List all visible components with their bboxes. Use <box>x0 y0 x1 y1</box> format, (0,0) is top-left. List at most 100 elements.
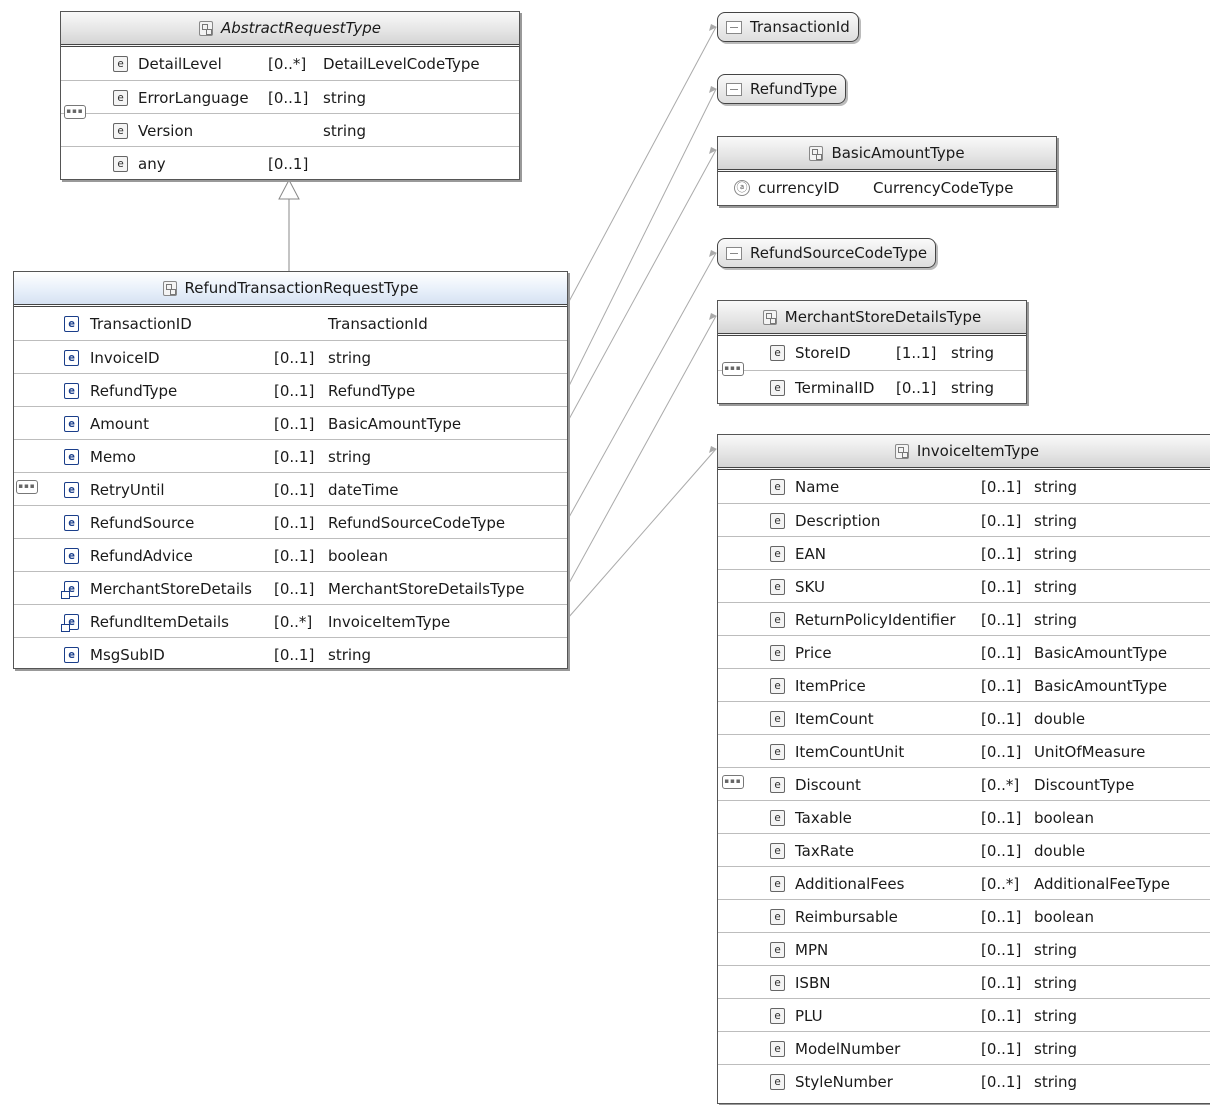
complex-type-icon <box>198 20 213 36</box>
element-icon: e <box>64 315 79 332</box>
invoice-row[interactable]: e AdditionalFees [0..*] AdditionalFeeType <box>718 866 1210 899</box>
invoice-cardinality: [0..1] <box>981 742 1022 761</box>
abstract-request-type-box[interactable]: AbstractRequestType e DetailLevel [0..*] De… <box>60 11 520 180</box>
invoice-row[interactable]: e MPN [0..1] string <box>718 932 1210 965</box>
invoice-row[interactable]: e Taxable [0..1] boolean <box>718 800 1210 833</box>
simple-type-icon <box>726 82 742 96</box>
main-row[interactable]: e RefundItemDetails [0..*] InvoiceItemType <box>14 604 567 637</box>
merchant-store-details-type-box[interactable]: MerchantStoreDetailsType e StoreID [1..1] s… <box>717 300 1027 404</box>
invoice-name: ReturnPolicyIdentifier <box>795 610 956 629</box>
invoice-cardinality: [0..*] <box>981 775 1020 794</box>
invoice-row[interactable]: e PLU [0..1] string <box>718 998 1210 1031</box>
main-row[interactable]: e InvoiceID [0..1] string <box>14 340 567 373</box>
main-type: RefundType <box>328 381 416 400</box>
abstract-type: DetailLevelCodeType <box>323 54 480 73</box>
element-icon: e <box>64 448 79 465</box>
invoice-row[interactable]: e TaxRate [0..1] double <box>718 833 1210 866</box>
invoice-type: DiscountType <box>1034 775 1135 794</box>
main-row[interactable]: e RefundSource [0..1] RefundSourceCodeType <box>14 505 567 538</box>
main-row[interactable]: e RefundAdvice [0..1] boolean <box>14 538 567 571</box>
sequence-icon[interactable]: ▪▪▪ <box>722 775 744 789</box>
main-row[interactable]: e TransactionID TransactionId <box>14 307 567 340</box>
invoice-type: UnitOfMeasure <box>1034 742 1146 761</box>
invoice-cardinality: [0..1] <box>981 544 1022 563</box>
element-icon: e <box>770 644 785 661</box>
invoice-name: Discount <box>795 775 861 794</box>
main-cardinality: [0..1] <box>274 447 315 466</box>
refund-transaction-request-type-box[interactable]: RefundTransactionRequestType e Transactio… <box>13 271 568 669</box>
abstract-row[interactable]: e ErrorLanguage [0..1] string <box>61 80 519 113</box>
main-cardinality: [0..1] <box>274 513 315 532</box>
element-icon: e <box>64 514 79 531</box>
invoice-row[interactable]: e Description [0..1] string <box>718 503 1210 536</box>
sequence-icon[interactable]: ▪▪▪ <box>64 105 86 119</box>
merchant-name: StoreID <box>795 344 851 362</box>
transaction-id-type-node[interactable]: TransactionId <box>717 12 859 42</box>
element-reference-icon: e <box>61 580 79 599</box>
invoice-name: ModelNumber <box>795 1039 901 1058</box>
complex-type-icon <box>762 309 777 325</box>
invoice-name: MPN <box>795 940 829 959</box>
invoice-row[interactable]: e ItemPrice [0..1] BasicAmountType <box>718 668 1210 701</box>
invoice-row[interactable]: e ISBN [0..1] string <box>718 965 1210 998</box>
refund-type-node[interactable]: RefundType <box>717 74 847 104</box>
invoice-row[interactable]: e ModelNumber [0..1] string <box>718 1031 1210 1064</box>
abstract-row[interactable]: e DetailLevel [0..*] DetailLevelCodeType <box>61 47 519 80</box>
main-row[interactable]: e Amount [0..1] BasicAmountType <box>14 406 567 439</box>
element-icon: e <box>770 611 785 628</box>
element-icon: e <box>770 974 785 991</box>
merchant-cardinality: [1..1] <box>896 344 937 362</box>
refund-transaction-request-type-title: RefundTransactionRequestType <box>184 279 419 297</box>
element-icon: e <box>770 1007 785 1024</box>
sequence-icon[interactable]: ▪▪▪ <box>16 480 38 494</box>
main-row[interactable]: e RetryUntil [0..1] dateTime <box>14 472 567 505</box>
main-name: InvoiceID <box>90 348 160 367</box>
invoice-type: string <box>1034 1006 1078 1025</box>
main-name: RetryUntil <box>90 480 165 499</box>
main-name: RefundItemDetails <box>90 612 229 631</box>
invoice-item-type-header: InvoiceItemType <box>718 435 1210 470</box>
element-icon: e <box>770 710 785 727</box>
refund-transaction-request-type-header: RefundTransactionRequestType <box>14 272 567 307</box>
sequence-icon[interactable]: ▪▪▪ <box>722 362 744 376</box>
abstract-type: string <box>323 88 367 107</box>
main-row[interactable]: e MerchantStoreDetails [0..1] MerchantStore… <box>14 571 567 604</box>
abstract-row[interactable]: e any [0..1] <box>61 146 519 179</box>
invoice-row[interactable]: e Discount [0..*] DiscountType <box>718 767 1210 800</box>
main-cardinality: [0..1] <box>274 645 315 664</box>
abstract-cardinality: [0..*] <box>268 54 307 73</box>
basic-amount-type-box[interactable]: BasicAmountType ⓐ currencyID CurrencyCod… <box>717 136 1057 206</box>
invoice-row[interactable]: e Name [0..1] string <box>718 470 1210 503</box>
invoice-name: SKU <box>795 577 825 596</box>
main-row[interactable]: e Memo [0..1] string <box>14 439 567 472</box>
invoice-cardinality: [0..1] <box>981 477 1022 496</box>
element-icon: e <box>113 89 128 106</box>
main-row[interactable]: e RefundType [0..1] RefundType <box>14 373 567 406</box>
main-type: TransactionId <box>328 314 428 333</box>
invoice-row[interactable]: e ItemCount [0..1] double <box>718 701 1210 734</box>
invoice-name: PLU <box>795 1006 823 1025</box>
invoice-row[interactable]: e ReturnPolicyIdentifier [0..1] string <box>718 602 1210 635</box>
merchant-row[interactable]: e TerminalID [0..1] string <box>718 370 1026 404</box>
invoice-row[interactable]: e EAN [0..1] string <box>718 536 1210 569</box>
invoice-row[interactable]: e Price [0..1] BasicAmountType <box>718 635 1210 668</box>
invoice-row[interactable]: e SKU [0..1] string <box>718 569 1210 602</box>
refund-source-code-type-label: RefundSourceCodeType <box>750 244 928 262</box>
complex-type-icon <box>894 443 909 459</box>
invoice-row[interactable]: e StyleNumber [0..1] string <box>718 1064 1210 1097</box>
simple-type-icon <box>726 246 742 260</box>
invoice-name: ItemCountUnit <box>795 742 905 761</box>
element-icon: e <box>113 55 128 72</box>
refund-source-code-type-node[interactable]: RefundSourceCodeType <box>717 238 937 268</box>
main-cardinality: [0..1] <box>274 381 315 400</box>
invoice-row[interactable]: e Reimbursable [0..1] boolean <box>718 899 1210 932</box>
main-row[interactable]: e MsgSubID [0..1] string <box>14 637 567 670</box>
invoice-name: AdditionalFees <box>795 874 905 893</box>
invoice-cardinality: [0..*] <box>981 874 1020 893</box>
main-cardinality: [0..*] <box>274 612 313 631</box>
complex-type-icon <box>162 280 177 296</box>
merchant-row[interactable]: e StoreID [1..1] string <box>718 336 1026 370</box>
invoice-row[interactable]: e ItemCountUnit [0..1] UnitOfMeasure <box>718 734 1210 767</box>
abstract-row[interactable]: e Version string <box>61 113 519 146</box>
invoice-item-type-box[interactable]: InvoiceItemType e Name [0..1] string e Descri… <box>717 434 1210 1104</box>
